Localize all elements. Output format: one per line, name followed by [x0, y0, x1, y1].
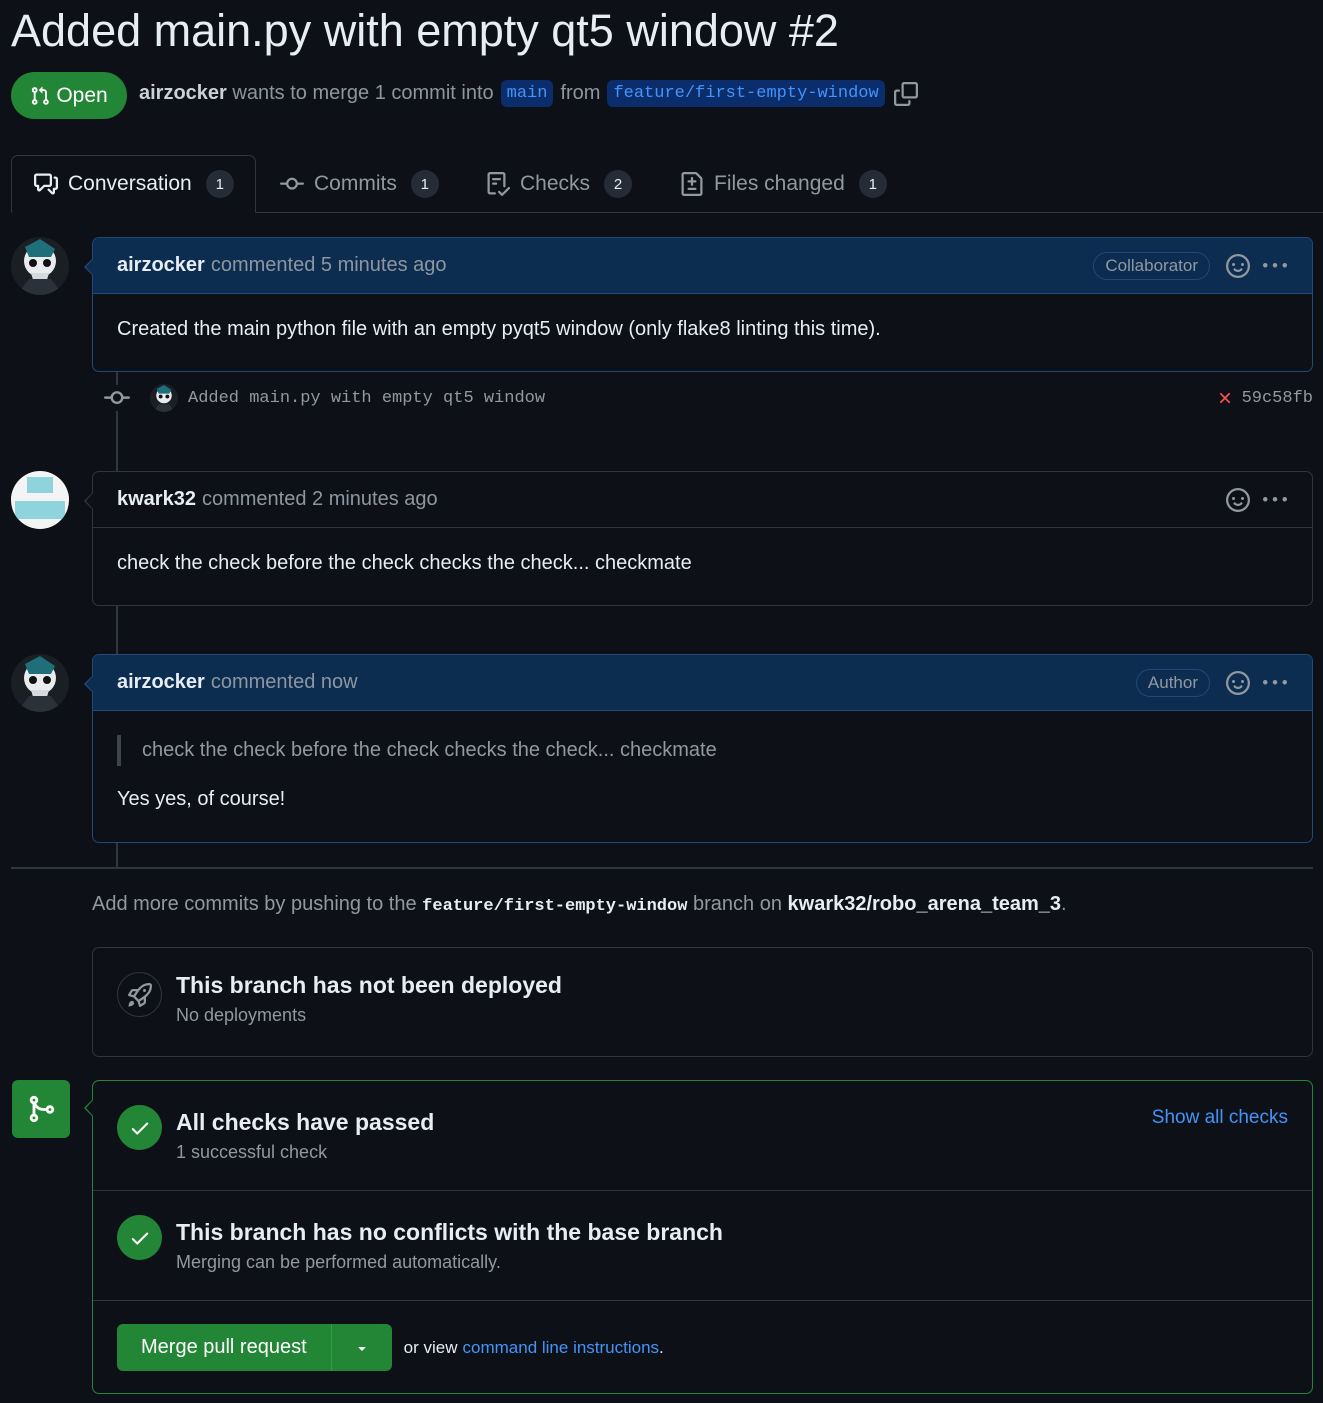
checks-row: All checks have passed 1 successful chec… [93, 1081, 1312, 1190]
commit-message[interactable]: Added main.py with empty qt5 window [188, 389, 545, 408]
checklist-icon [486, 172, 510, 196]
from-text: from [560, 82, 601, 104]
comment-header: airzocker commented 5 minutes ago Collab… [93, 238, 1312, 294]
tab-label: Commits [314, 172, 397, 195]
checks-subtitle: 1 successful check [176, 1142, 328, 1162]
conflicts-title: This branch has no conflicts with the ba… [176, 1219, 723, 1245]
comment-header: kwark32 commented 2 minutes ago [93, 472, 1312, 528]
check-icon [117, 1215, 162, 1260]
comment-card: airzocker commented now Author check the… [84, 654, 1313, 843]
merge-button-group: Merge pull request [117, 1324, 392, 1371]
comment-quote: check the check before the check checks … [117, 735, 1288, 766]
avatar[interactable] [11, 654, 69, 712]
deployment-title: This branch has not been deployed [176, 972, 562, 998]
merge-actions: Merge pull request or view command line … [93, 1301, 1312, 1371]
check-icon [117, 1105, 162, 1150]
merge-pull-request-button[interactable]: Merge pull request [117, 1336, 331, 1359]
pr-state-label: Open [56, 83, 108, 107]
conflicts-row: This branch has no conflicts with the ba… [93, 1191, 1312, 1300]
pr-title: Added main.py with empty qt5 window #2 [11, 5, 839, 56]
comment-meta[interactable]: commented 5 minutes ago [211, 254, 447, 277]
timeline-bar [116, 606, 118, 654]
avatar[interactable] [11, 471, 69, 529]
tab-label: Checks [520, 172, 591, 195]
comment-body: Created the main python file with an emp… [117, 318, 881, 340]
tab-counter: 1 [410, 170, 439, 198]
smiley-icon[interactable] [1226, 670, 1250, 695]
push-info-middle: branch on [692, 893, 782, 915]
pr-author-link[interactable]: airzocker [139, 82, 227, 105]
merge-suffix: . [659, 1337, 664, 1357]
comment-author[interactable]: airzocker [117, 671, 205, 694]
git-merge-icon [12, 1080, 70, 1138]
push-info: Add more commits by pushing to the featu… [92, 893, 1067, 916]
timeline-divider [11, 867, 1313, 869]
commit-row: Added main.py with empty qt5 window 59c5… [104, 382, 1313, 414]
comment-header: airzocker commented now Author [93, 655, 1312, 711]
comment-body: check the check before the check checks … [117, 552, 692, 574]
merge-or-text: or view [403, 1337, 458, 1357]
smiley-icon[interactable] [1226, 487, 1250, 512]
deployment-box: This branch has not been deployed No dep… [92, 947, 1313, 1057]
git-pull-request-icon [30, 86, 50, 106]
deployment-row: This branch has not been deployed No dep… [93, 948, 1312, 1026]
comment-author[interactable]: kwark32 [117, 488, 196, 511]
commit-sha[interactable]: 59c58fb [1242, 389, 1313, 408]
git-commit-icon [280, 172, 304, 196]
comment-body: check the check before the check checks … [93, 711, 1312, 837]
pr-state-badge: Open [11, 72, 127, 119]
smiley-icon[interactable] [1226, 253, 1250, 278]
comment-discussion-icon [34, 172, 58, 196]
comment-card: kwark32 commented 2 minutes ago check th… [84, 471, 1313, 606]
tab-label: Files changed [714, 172, 845, 195]
command-line-instructions-link[interactable]: command line instructions [463, 1338, 660, 1358]
comment-author[interactable]: airzocker [117, 254, 205, 277]
comment-pointer [86, 492, 94, 510]
tab-files-changed[interactable]: Files changed 1 [680, 168, 887, 200]
merge-box: All checks have passed 1 successful chec… [84, 1080, 1313, 1394]
rocket-icon [117, 972, 162, 1017]
tab-conversation[interactable]: Conversation 1 [34, 168, 234, 200]
head-branch[interactable]: feature/first-empty-window [607, 80, 885, 107]
push-branch: feature/first-empty-window [422, 897, 688, 916]
tab-commits[interactable]: Commits 1 [280, 168, 439, 200]
commit-avatar[interactable] [150, 384, 178, 412]
comment-text: Yes yes, of course! [117, 788, 286, 810]
push-info-prefix: Add more commits by pushing to the [92, 893, 417, 915]
git-commit-icon [104, 385, 130, 411]
show-all-checks-link[interactable]: Show all checks [1152, 1107, 1288, 1129]
avatar[interactable] [11, 237, 69, 295]
kebab-horizontal-icon[interactable] [1262, 671, 1288, 695]
merge-text: wants to merge 1 commit into [232, 82, 494, 104]
comment-meta[interactable]: commented 2 minutes ago [202, 488, 438, 511]
comment-meta[interactable]: commented now [211, 671, 358, 694]
push-repo[interactable]: kwark32/robo_arena_team_3 [788, 893, 1062, 915]
tab-label: Conversation [68, 172, 192, 195]
role-badge: Author [1135, 668, 1210, 697]
file-diff-icon [680, 172, 704, 196]
tab-counter: 1 [205, 170, 234, 198]
merge-summary: airzocker wants to merge 1 commit into m… [139, 80, 918, 107]
role-badge: Collaborator [1093, 251, 1210, 280]
tab-counter: 1 [858, 170, 887, 198]
base-branch[interactable]: main [500, 80, 554, 107]
conflicts-subtitle: Merging can be performed automatically. [176, 1252, 501, 1272]
triangle-down-icon[interactable] [332, 1324, 392, 1371]
comment-card: airzocker commented 5 minutes ago Collab… [84, 237, 1313, 372]
tab-checks[interactable]: Checks 2 [486, 168, 633, 200]
x-icon[interactable] [1216, 389, 1234, 407]
comment-pointer [86, 258, 94, 276]
tab-counter: 2 [604, 170, 633, 198]
checks-title: All checks have passed [176, 1109, 435, 1135]
push-info-suffix: . [1061, 893, 1067, 915]
timeline-bar [116, 843, 118, 867]
comment-pointer [86, 675, 94, 693]
deployment-subtitle: No deployments [176, 1005, 307, 1025]
kebab-horizontal-icon[interactable] [1262, 254, 1288, 278]
kebab-horizontal-icon[interactable] [1262, 488, 1288, 512]
copy-icon[interactable] [893, 81, 918, 106]
